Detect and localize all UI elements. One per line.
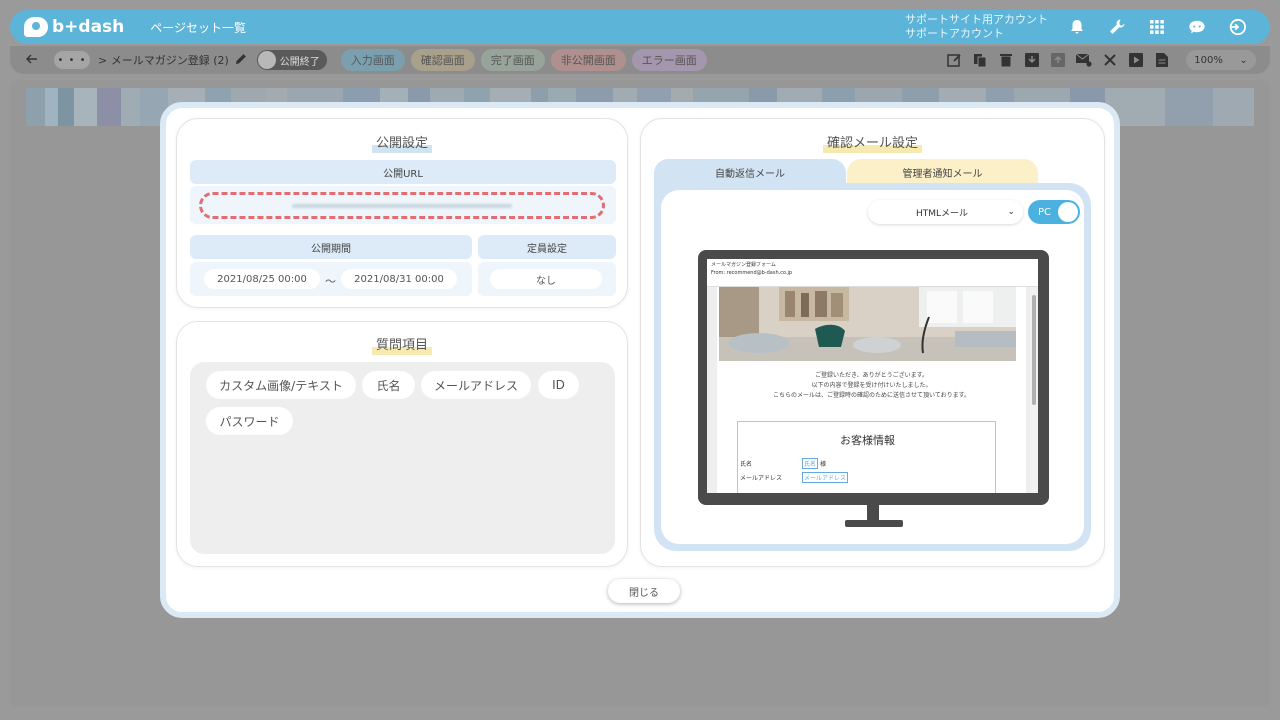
tab-auto-reply-mail[interactable]: 自動返信メール [654, 159, 846, 186]
account-line2: サポートアカウント [905, 27, 1004, 40]
monitor-stand-base [845, 520, 903, 527]
mail-settings-icon[interactable] [1076, 52, 1092, 68]
editor-toolbar: • • • > メールマガジン登録 (2) 公開終了 入力画面 確認画面 完了画… [10, 46, 1270, 74]
back-arrow-icon[interactable] [26, 54, 40, 67]
pc-device-toggle[interactable]: PC [1028, 200, 1080, 224]
publish-settings-card: 公開設定 公開URL 公開期間 定員設定 2021/08/25 00:00 ～ … [176, 118, 628, 308]
edit-icon[interactable] [946, 52, 962, 68]
account-info[interactable]: サポートサイト用アカウント サポートアカウント [905, 13, 1048, 41]
tab-input[interactable]: 入力画面 [340, 49, 405, 71]
capacity-label: 定員設定 [478, 235, 616, 259]
public-url-highlight[interactable] [199, 192, 605, 219]
publish-settings-title: 公開設定 [371, 132, 432, 153]
tab-private[interactable]: 非公開画面 [550, 49, 626, 71]
mail-format-select[interactable]: HTMLメール ⌄ [868, 200, 1023, 224]
question-chip[interactable]: メールアドレス [421, 371, 531, 399]
info-row-value-tag: メールアドレス [802, 472, 849, 483]
wrench-icon[interactable] [1108, 18, 1126, 36]
questions-title: 質問項目 [371, 334, 432, 355]
logo[interactable]: b+dash [24, 17, 124, 37]
info-row-email: メールアドレス メールアドレス [740, 472, 849, 483]
email-content: ご登録いただき、ありがとうございます。 以下の内容で登録を受け付けいたしました。… [717, 287, 1026, 493]
customer-info-box: お客様情報 氏名 氏名 様 メールアドレス メールアドレス [737, 421, 996, 493]
upload-icon[interactable] [1050, 52, 1066, 68]
chevron-down-icon: ⌄ [1007, 207, 1015, 217]
tab-error[interactable]: エラー画面 [631, 49, 707, 71]
account-line1: サポートサイト用アカウント [905, 13, 1048, 26]
page-tabs: 入力画面 確認画面 完了画面 非公開画面 エラー画面 [340, 49, 707, 71]
tab-confirm[interactable]: 確認画面 [410, 49, 475, 71]
period-tilde: ～ [325, 275, 336, 288]
public-period-label: 公開期間 [190, 235, 472, 259]
close-button[interactable]: 閉じる [608, 579, 680, 603]
breadcrumb: > メールマガジン登録 (2) [98, 52, 247, 68]
info-row-value-tag: 氏名 [802, 458, 819, 469]
end-datetime-input[interactable]: 2021/08/31 00:00 [341, 269, 457, 289]
start-datetime-input[interactable]: 2021/08/25 00:00 [204, 269, 320, 289]
email-scrollbar[interactable] [1030, 287, 1038, 493]
document-icon[interactable] [1154, 52, 1170, 68]
email-header: メールマガジン登録フォーム From: recommend@b-dash.co.… [707, 259, 1038, 287]
email-preview-screen: メールマガジン登録フォーム From: recommend@b-dash.co.… [707, 259, 1038, 493]
questions-card: 質問項目 カスタム画像/テキスト 氏名 メールアドレス ID パスワード [176, 321, 628, 567]
apps-grid-icon[interactable] [1148, 18, 1166, 36]
question-chip[interactable]: 氏名 [362, 371, 415, 399]
trash-icon[interactable] [998, 52, 1014, 68]
email-line3: こちらのメールは、ご登録時の確認のために送信させて頂いております。 [772, 392, 971, 399]
zoom-value: 100% [1194, 54, 1223, 66]
mail-preview-panel: HTMLメール ⌄ PC メールマガジン登録フォーム From: recomme… [654, 183, 1091, 551]
email-line2: 以下の内容で登録を受け付けいたしました。 [811, 382, 932, 389]
customer-info-title: お客様情報 [840, 434, 895, 447]
logo-text: b+dash [52, 17, 125, 37]
email-subject: メールマガジン登録フォーム [711, 262, 776, 268]
public-url-value-blurred [292, 203, 512, 208]
chevron-down-icon: ⌄ [1239, 54, 1248, 66]
app-header: b+dash ページセット一覧 サポートサイト用アカウント サポートアカウント [10, 10, 1270, 44]
pc-monitor-frame: メールマガジン登録フォーム From: recommend@b-dash.co.… [698, 250, 1049, 505]
publish-settings-modal: 公開設定 公開URL 公開期間 定員設定 2021/08/25 00:00 ～ … [160, 102, 1120, 618]
toggle-knob [257, 51, 276, 69]
download-icon[interactable] [1024, 52, 1040, 68]
copy-icon[interactable] [972, 52, 988, 68]
info-row-suffix: 様 [820, 461, 827, 468]
publish-toggle[interactable]: 公開終了 [256, 50, 327, 70]
question-chip[interactable]: カスタム画像/テキスト [206, 371, 356, 399]
scrollbar-thumb[interactable] [1032, 295, 1036, 405]
support-chat-icon[interactable] [1188, 18, 1206, 36]
pc-toggle-label: PC [1038, 206, 1052, 218]
breadcrumb-page-name[interactable]: > メールマガジン登録 (2) [98, 52, 229, 68]
logout-icon[interactable] [1228, 18, 1246, 36]
questions-list: カスタム画像/テキスト 氏名 メールアドレス ID パスワード [190, 362, 615, 554]
zoom-select[interactable]: 100% ⌄ [1186, 50, 1256, 70]
mail-preview-inner: HTMLメール ⌄ PC メールマガジン登録フォーム From: recomme… [661, 190, 1084, 544]
info-row-key: 氏名 [740, 461, 753, 468]
publish-toggle-label: 公開終了 [279, 56, 320, 68]
bell-icon[interactable] [1068, 18, 1086, 36]
confirm-mail-card: 確認メール設定 自動返信メール 管理者通知メール HTMLメール ⌄ PC メー… [640, 118, 1105, 567]
confirm-mail-title: 確認メール設定 [822, 132, 922, 153]
info-row-key: メールアドレス [740, 475, 783, 482]
question-chip[interactable]: ID [538, 371, 579, 399]
public-url-label: 公開URL [190, 160, 616, 184]
email-from: From: recommend@b-dash.co.jp [711, 270, 793, 276]
email-hero-image [719, 287, 1016, 361]
tab-complete[interactable]: 完了画面 [480, 49, 545, 71]
capacity-value[interactable]: なし [490, 269, 602, 289]
email-line1: ご登録いただき、ありがとうございます。 [815, 372, 928, 379]
monitor-stand-neck [867, 505, 879, 521]
info-row-name: 氏名 氏名 様 [740, 458, 826, 469]
toggle-knob [1058, 202, 1078, 222]
mail-format-value: HTMLメール [916, 208, 969, 219]
page-set-link[interactable]: ページセット一覧 [150, 19, 246, 36]
pencil-icon[interactable] [235, 53, 247, 68]
logo-icon [24, 17, 48, 37]
question-chip[interactable]: パスワード [206, 407, 293, 435]
more-menu-button[interactable]: • • • [54, 51, 90, 69]
email-message: ご登録いただき、ありがとうございます。 以下の内容で登録を受け付けいたしました。… [717, 371, 1026, 401]
email-body: ご登録いただき、ありがとうございます。 以下の内容で登録を受け付けいたしました。… [707, 287, 1038, 493]
tab-admin-notify-mail[interactable]: 管理者通知メール [847, 159, 1038, 186]
tools-icon[interactable] [1102, 52, 1118, 68]
preview-play-icon[interactable] [1128, 52, 1144, 68]
